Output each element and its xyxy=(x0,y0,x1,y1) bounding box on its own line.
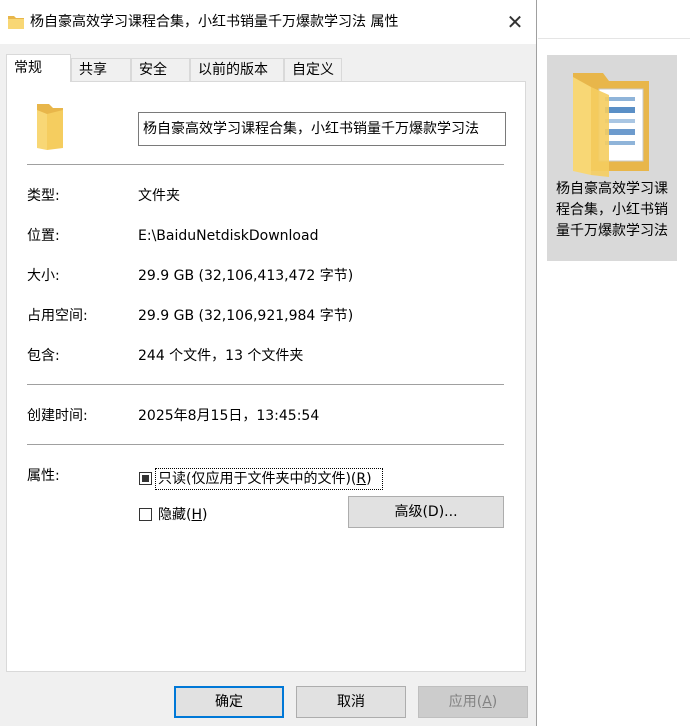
ok-button[interactable]: 确定 xyxy=(174,686,284,718)
hidden-label[interactable]: 隐藏(H) xyxy=(158,505,207,525)
disk-size-value: 29.9 GB (32,106,921,984 字节) xyxy=(138,308,354,324)
tab-sharing[interactable]: 共享 xyxy=(71,58,131,81)
location-label: 位置: xyxy=(27,228,60,244)
explorer-item-label: 杨自豪高效学习课程合集，小红书销量千万爆款学习法 xyxy=(556,181,668,239)
folder-name-input[interactable]: 杨自豪高效学习课程合集，小红书销量千万爆款学习法 xyxy=(138,112,506,146)
size-label: 大小: xyxy=(27,268,60,284)
readonly-label[interactable]: 只读(仅应用于文件夹中的文件)(R) xyxy=(158,469,372,489)
close-button[interactable]: ✕ xyxy=(494,4,536,40)
general-tab-panel: 杨自豪高效学习课程合集，小红书销量千万爆款学习法 类型: 文件夹 位置: E:\… xyxy=(6,81,526,672)
separator xyxy=(27,384,504,385)
location-value: E:\BaiduNetdiskDownload xyxy=(138,228,319,244)
explorer-folder-item[interactable]: 杨自豪高效学习课程合集，小红书销量千万爆款学习法 xyxy=(547,55,677,261)
contains-value: 244 个文件，13 个文件夹 xyxy=(138,348,304,364)
tab-previous-versions[interactable]: 以前的版本 xyxy=(190,58,284,81)
contains-label: 包含: xyxy=(27,348,60,364)
created-label: 创建时间: xyxy=(27,408,88,424)
file-explorer-pane: 杨自豪高效学习课程合集，小红书销量千万爆款学习法 xyxy=(538,0,690,726)
folder-icon xyxy=(8,16,24,29)
size-value: 29.9 GB (32,106,413,472 字节) xyxy=(138,268,354,284)
type-label: 类型: xyxy=(27,188,60,204)
folder-icon xyxy=(37,104,63,150)
tab-general[interactable]: 常规 xyxy=(6,54,71,82)
created-value: 2025年8月15日，13:45:54 xyxy=(138,408,320,424)
tab-security[interactable]: 安全 xyxy=(131,58,190,81)
explorer-divider xyxy=(538,38,690,39)
readonly-checkbox[interactable] xyxy=(139,472,152,485)
cancel-button[interactable]: 取消 xyxy=(296,686,406,718)
separator xyxy=(27,164,504,165)
properties-dialog: 杨自豪高效学习课程合集，小红书销量千万爆款学习法 属性 ✕ 常规 共享 安全 以… xyxy=(0,0,537,726)
hidden-checkbox[interactable] xyxy=(139,508,152,521)
screen: 杨自豪高效学习课程合集，小红书销量千万爆款学习法 杨自豪高效学习课程合集，小红书… xyxy=(0,0,690,726)
type-value: 文件夹 xyxy=(138,188,180,204)
title-bar[interactable]: 杨自豪高效学习课程合集，小红书销量千万爆款学习法 属性 ✕ xyxy=(0,0,536,44)
close-icon: ✕ xyxy=(506,10,524,34)
disk-size-label: 占用空间: xyxy=(27,308,88,324)
attributes-label: 属性: xyxy=(27,468,60,484)
tab-customize[interactable]: 自定义 xyxy=(284,58,342,81)
advanced-button[interactable]: 高级(D)... xyxy=(348,496,504,528)
window-title: 杨自豪高效学习课程合集，小红书销量千万爆款学习法 属性 xyxy=(30,14,399,30)
apply-button[interactable]: 应用(A) xyxy=(418,686,528,718)
separator xyxy=(27,444,504,445)
folder-with-documents-icon xyxy=(573,73,649,177)
